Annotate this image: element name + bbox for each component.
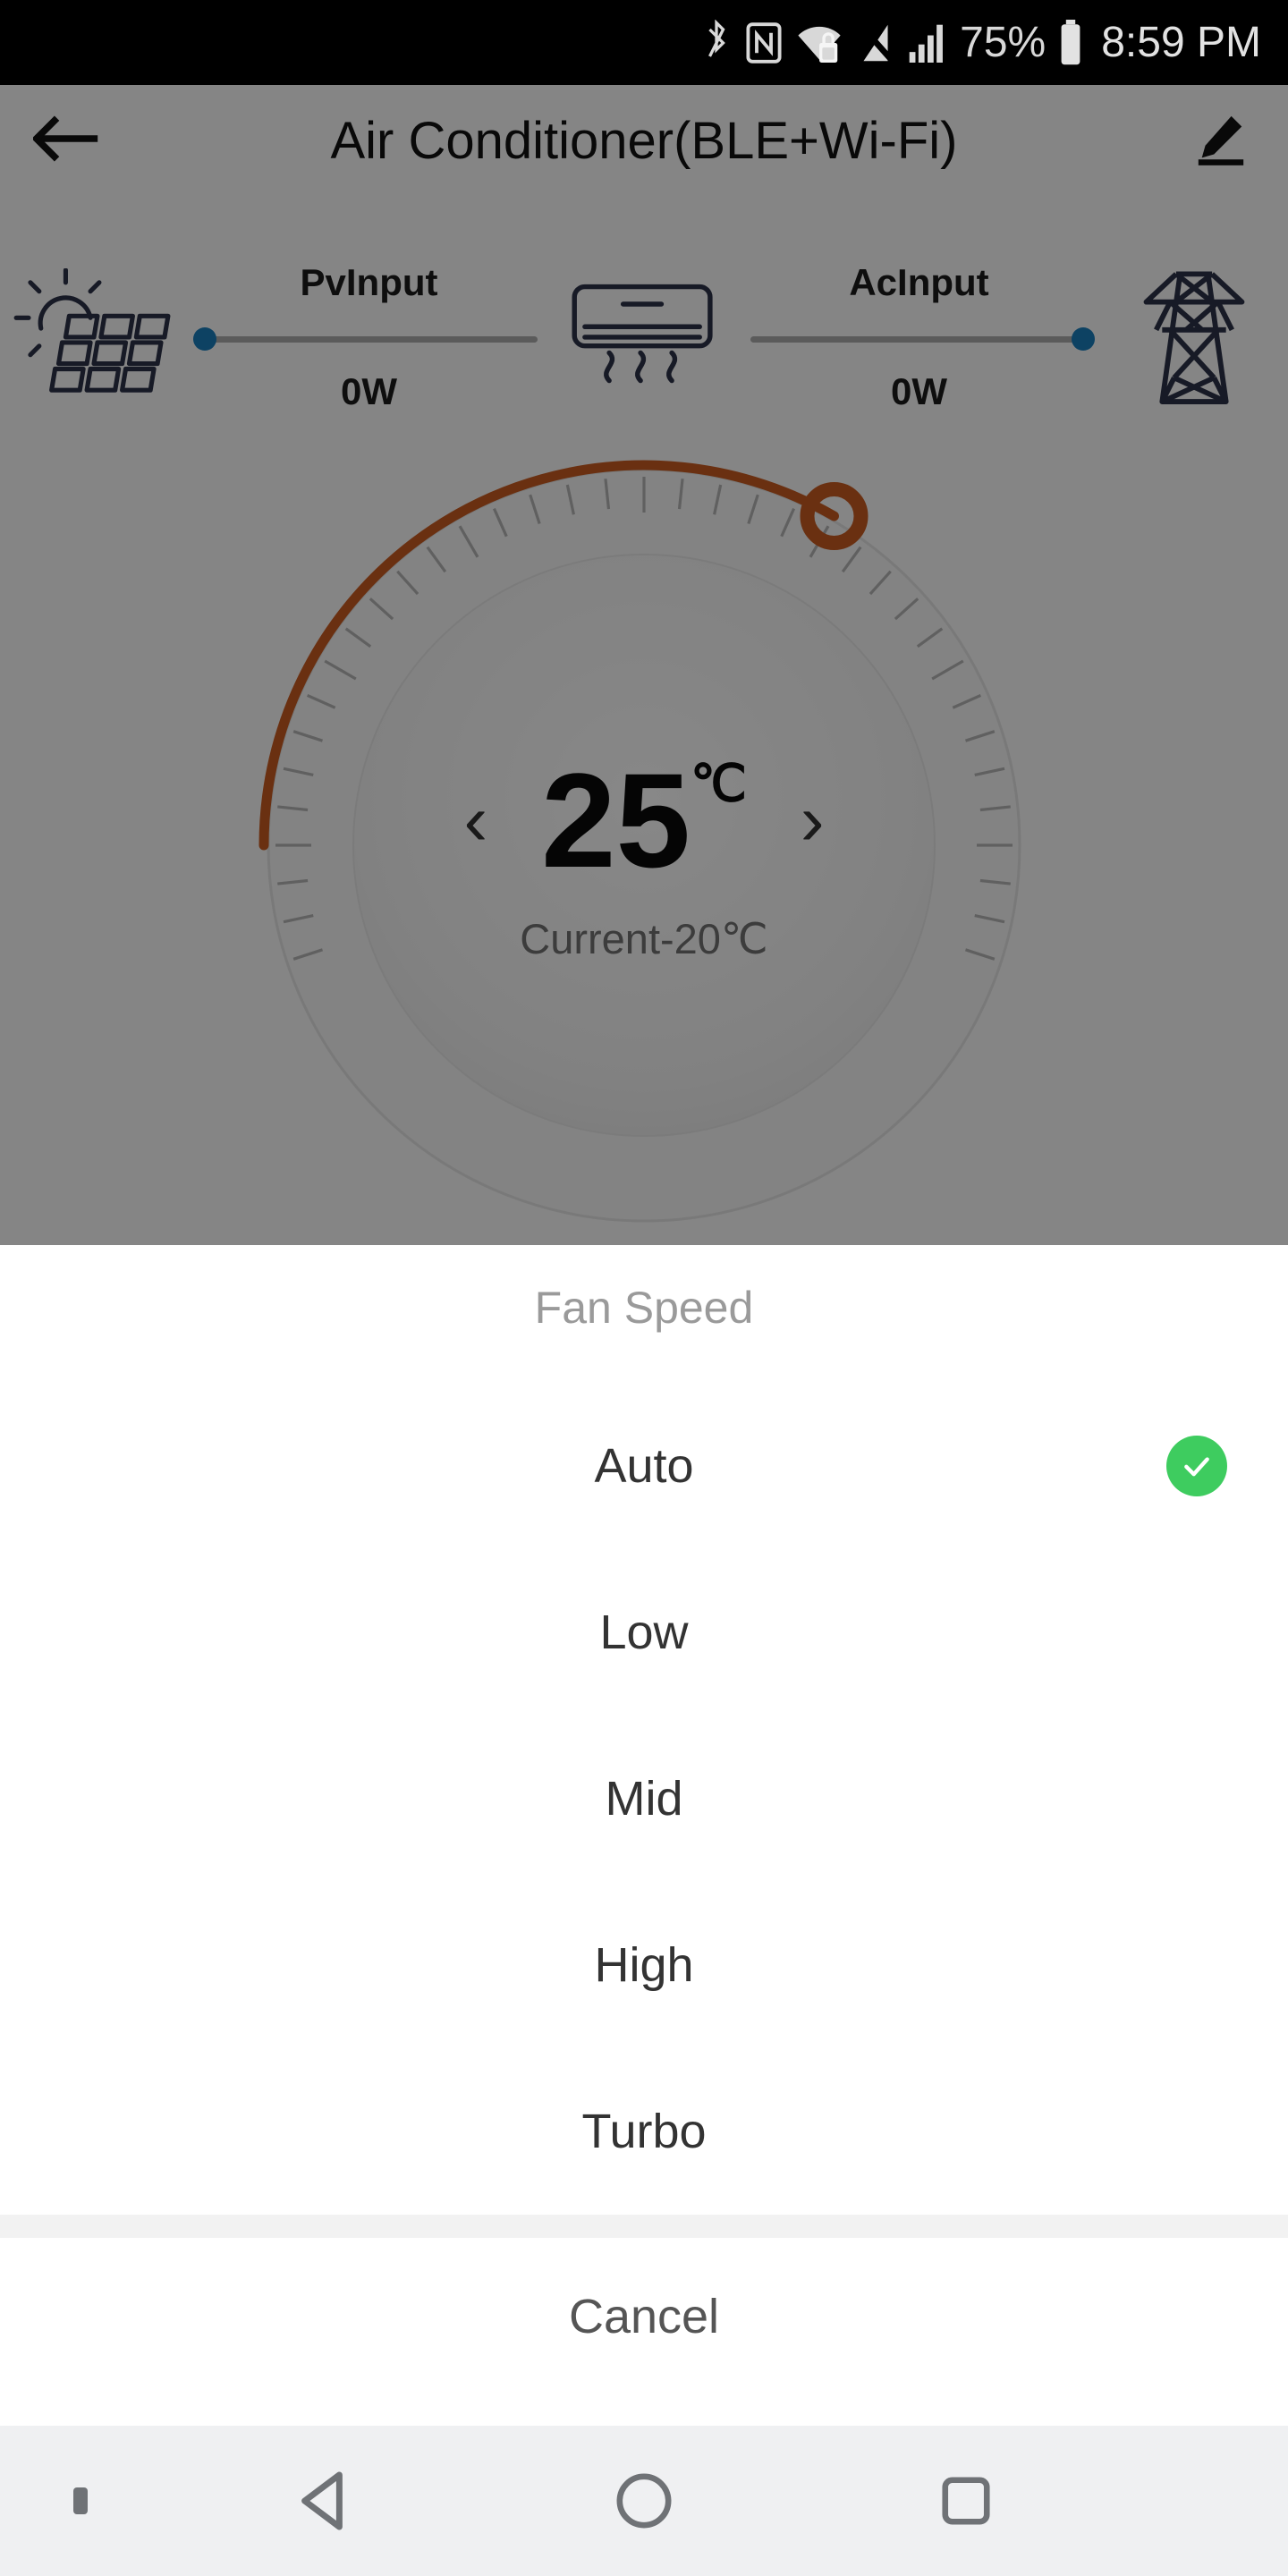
flow-line bbox=[200, 336, 538, 343]
flow-segment-ac: AcInput 0W bbox=[738, 250, 1100, 420]
battery-icon bbox=[1058, 19, 1083, 66]
fan-speed-option-auto[interactable]: Auto bbox=[0, 1383, 1288, 1549]
energy-flow-row: PvInput 0W AcInput 0W bbox=[0, 250, 1288, 420]
system-navigation-bar bbox=[0, 2426, 1288, 2576]
solar-panel-icon bbox=[0, 268, 188, 402]
back-button[interactable] bbox=[0, 111, 134, 171]
cellular-signal-icon bbox=[908, 21, 947, 64]
signal-off-icon bbox=[856, 21, 896, 64]
edit-pencil-icon bbox=[1193, 111, 1249, 171]
recents-square-icon[interactable] bbox=[805, 2473, 1127, 2529]
nfc-icon bbox=[745, 21, 783, 64]
temperature-dial[interactable]: ‹ 25 ℃ › Current-20℃ bbox=[0, 443, 1288, 1245]
status-bar: 75% 8:59 PM bbox=[0, 0, 1288, 85]
wifi-lock-icon bbox=[795, 21, 843, 64]
home-circle-icon[interactable] bbox=[483, 2471, 805, 2530]
back-triangle-icon[interactable] bbox=[161, 2470, 483, 2532]
clock-label: 8:59 PM bbox=[1101, 19, 1261, 66]
battery-percent-label: 75% bbox=[960, 19, 1046, 66]
air-conditioner-icon bbox=[550, 273, 738, 398]
power-pylon-icon bbox=[1100, 262, 1288, 410]
fan-speed-option-mid[interactable]: Mid bbox=[0, 1716, 1288, 1882]
option-label: Auto bbox=[594, 1439, 694, 1493]
edit-button[interactable] bbox=[1154, 111, 1288, 171]
dot-indicator-icon[interactable] bbox=[0, 2487, 161, 2514]
fan-speed-option-list: Auto Low Mid High Turbo bbox=[0, 1370, 1288, 2215]
option-label: Mid bbox=[605, 1772, 683, 1826]
flow-value: 0W bbox=[341, 370, 397, 412]
page-title: Air Conditioner(BLE+Wi-Fi) bbox=[330, 112, 958, 170]
sheet-title: Fan Speed bbox=[534, 1283, 754, 1333]
fan-speed-sheet: Fan Speed Auto Low Mid High Turbo Cancel bbox=[0, 1245, 1288, 2576]
cancel-label: Cancel bbox=[568, 2290, 720, 2343]
bluetooth-icon bbox=[700, 19, 733, 66]
flow-value: 0W bbox=[891, 370, 947, 412]
check-circle-icon bbox=[1166, 1436, 1227, 1496]
back-arrow-icon bbox=[31, 111, 101, 171]
fan-speed-option-turbo[interactable]: Turbo bbox=[0, 2048, 1288, 2215]
sheet-divider bbox=[0, 2215, 1288, 2238]
option-label: High bbox=[594, 1938, 694, 1992]
app-top-bar: Air Conditioner(BLE+Wi-Fi) bbox=[0, 85, 1288, 197]
flow-dot bbox=[193, 327, 216, 351]
flow-segment-pv: PvInput 0W bbox=[188, 250, 550, 420]
flow-label: PvInput bbox=[300, 261, 438, 303]
option-label: Low bbox=[599, 1606, 689, 1659]
cancel-button[interactable]: Cancel bbox=[0, 2238, 1288, 2395]
flow-label: AcInput bbox=[849, 261, 989, 303]
option-label: Turbo bbox=[581, 2105, 707, 2158]
fan-speed-option-low[interactable]: Low bbox=[0, 1549, 1288, 1716]
app-background: Air Conditioner(BLE+Wi-Fi) PvInput 0W Ac… bbox=[0, 85, 1288, 1245]
fan-speed-option-high[interactable]: High bbox=[0, 1882, 1288, 2048]
flow-dot bbox=[1072, 327, 1095, 351]
flow-line bbox=[750, 336, 1088, 343]
